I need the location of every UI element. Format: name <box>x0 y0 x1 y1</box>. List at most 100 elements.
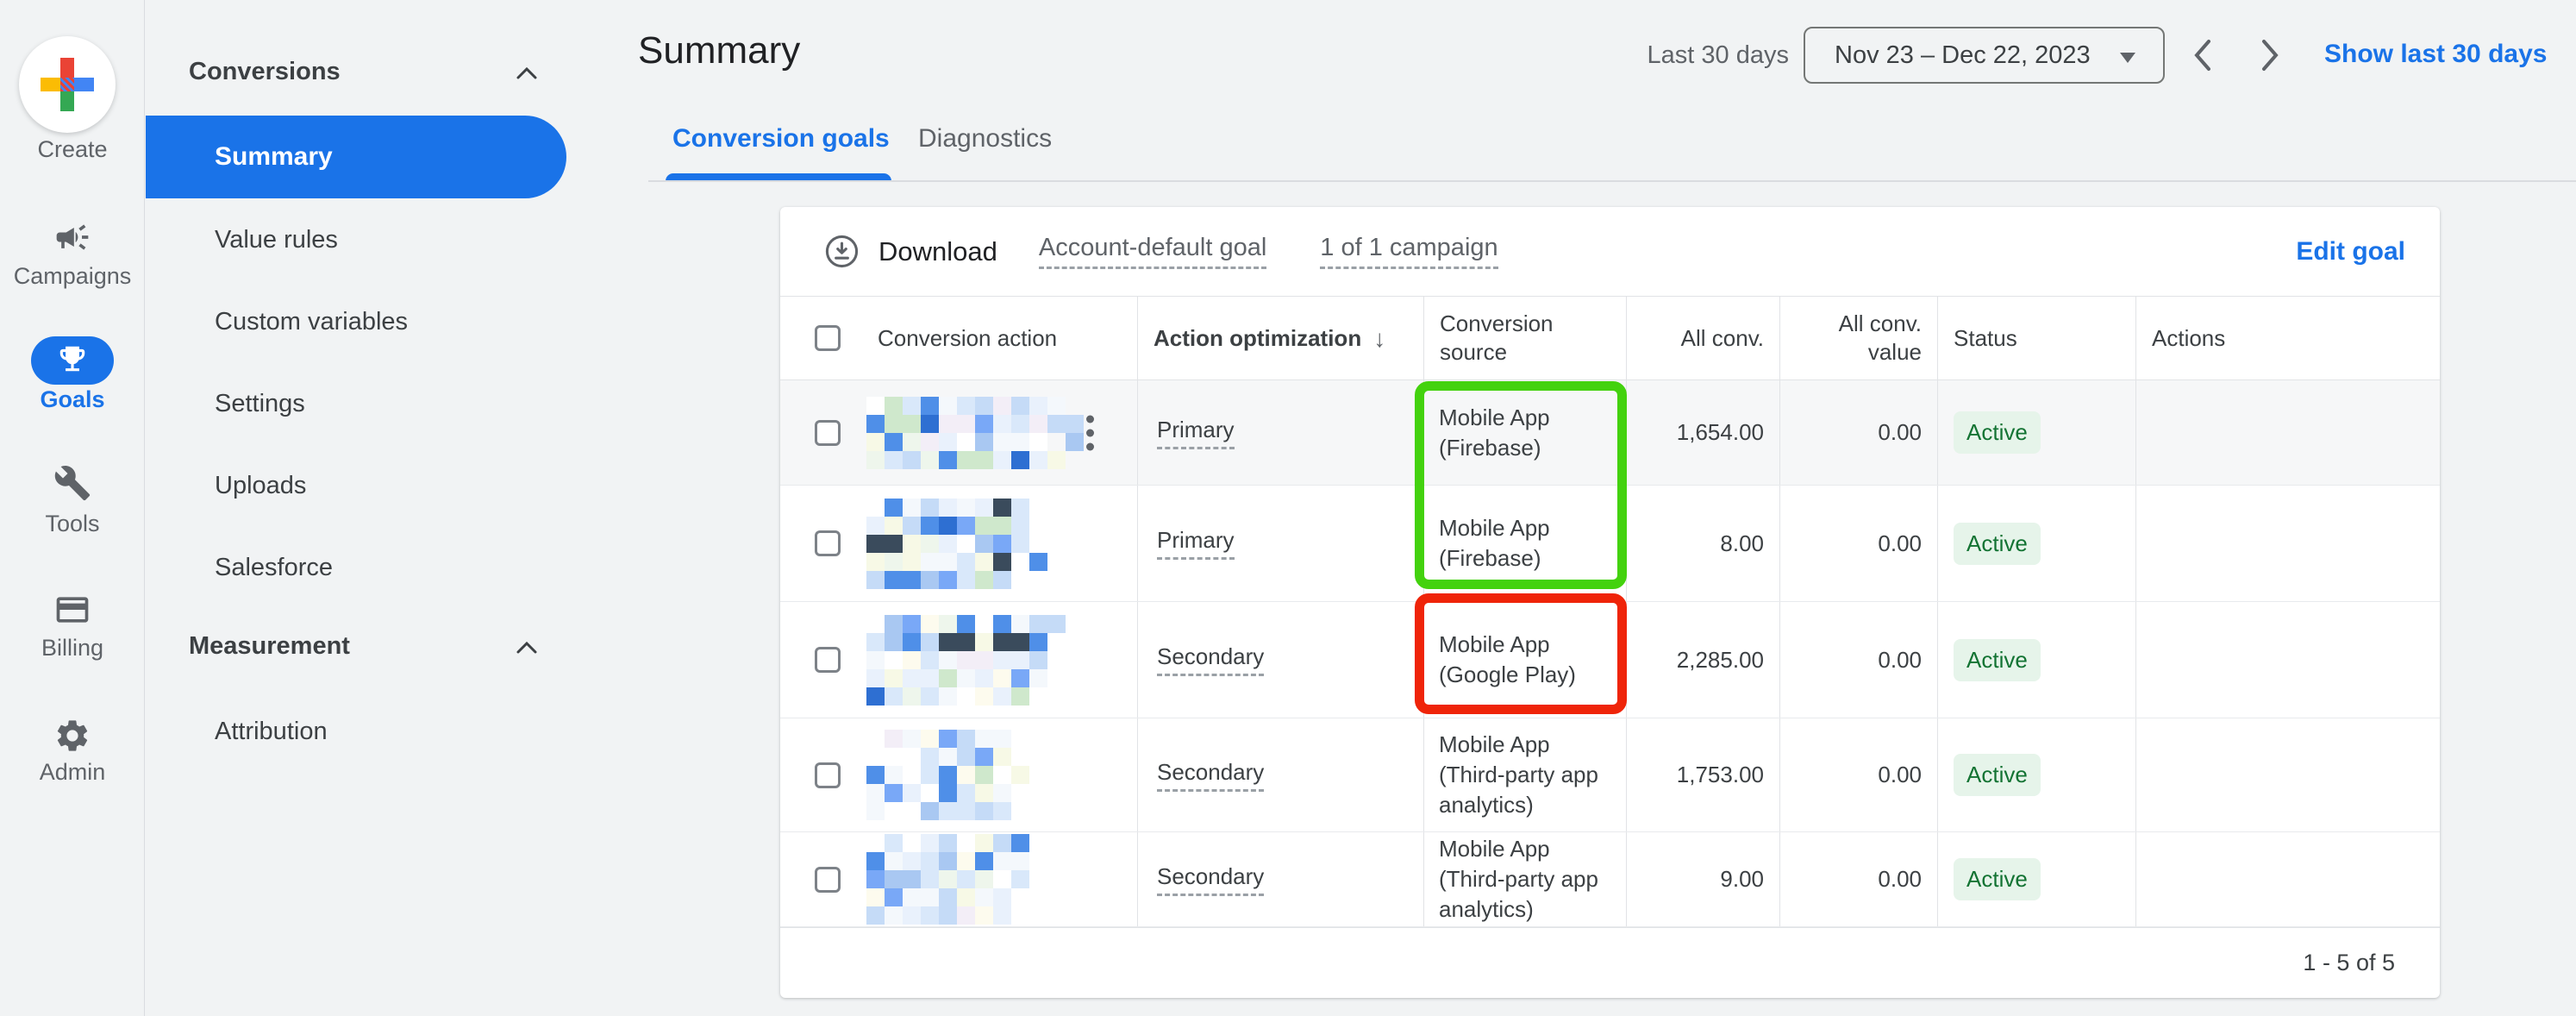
campaign-filter-chip[interactable]: 1 of 1 campaign <box>1320 234 1498 269</box>
all-conv-value-value: 0.00 <box>1878 762 1922 787</box>
status-badge: Active <box>1954 858 2041 900</box>
actions-cell <box>2135 380 2440 485</box>
all-conv-value: 9.00 <box>1720 866 1764 892</box>
chevron-up-icon[interactable] <box>516 640 538 655</box>
redacted-conversion-action <box>866 614 1066 706</box>
actions-cell <box>2135 602 2440 718</box>
conversions-sidebar: Conversions Summary Value rules Custom v… <box>146 0 603 1016</box>
select-all-checkbox[interactable] <box>815 325 841 351</box>
google-ads-app: Create Campaigns Goals Tools Billing Adm… <box>0 0 2576 1016</box>
pagination-label: 1 - 5 of 5 <box>2303 950 2395 975</box>
column-header-conversion-source[interactable]: Conversion source <box>1423 297 1626 379</box>
show-last-30-days-link[interactable]: Show last 30 days <box>2324 40 2547 69</box>
row-menu-kebab-icon[interactable] <box>1086 409 1095 456</box>
status-badge: Active <box>1954 638 2041 681</box>
table-row: Primary Mobile App (Firebase) 1,654.00 0.00… <box>780 380 2440 486</box>
row-checkbox[interactable] <box>815 419 841 446</box>
redacted-conversion-action <box>866 396 1084 469</box>
column-header-conversion-action[interactable]: Conversion action <box>780 297 1137 379</box>
date-preset-label: Last 30 days <box>1647 41 1789 69</box>
caret-down-icon <box>2120 53 2135 63</box>
create-button[interactable] <box>19 36 116 133</box>
sidebar-section-measurement[interactable]: Measurement <box>189 632 350 661</box>
redacted-conversion-action <box>866 498 1047 589</box>
sidebar-item-settings[interactable]: Settings <box>215 386 305 421</box>
row-checkbox[interactable] <box>815 866 841 893</box>
tab-conversion-goals[interactable]: Conversion goals <box>672 124 890 154</box>
next-period-button[interactable] <box>2255 34 2285 76</box>
all-conv-value-value: 0.00 <box>1878 646 1922 673</box>
conversion-source-value: Mobile App (Third-party app analytics) <box>1439 836 1598 922</box>
redacted-conversion-action <box>866 834 1029 925</box>
table-header: Conversion action Action optimization ↓ … <box>780 296 2440 380</box>
table-footer: 1 - 5 of 5 <box>780 927 2440 998</box>
rail-item-billing[interactable]: Billing <box>0 635 145 662</box>
conversion-source-value: Mobile App (Third-party app analytics) <box>1439 731 1598 818</box>
rail-item-tools[interactable]: Tools <box>0 511 145 537</box>
action-optimization-value[interactable]: Primary <box>1157 527 1235 560</box>
sidebar-item-value-rules[interactable]: Value rules <box>215 223 338 257</box>
all-conv-value-value: 0.00 <box>1878 419 1922 445</box>
edit-goal-link[interactable]: Edit goal <box>2296 237 2405 267</box>
page-title: Summary <box>638 29 801 72</box>
date-range-value: Nov 23 – Dec 22, 2023 <box>1835 41 2091 69</box>
sidebar-item-summary[interactable]: Summary <box>146 116 566 198</box>
previous-period-button[interactable] <box>2188 34 2217 76</box>
credit-card-icon[interactable] <box>53 591 91 629</box>
sidebar-item-attribution[interactable]: Attribution <box>215 714 328 749</box>
download-button[interactable]: Download <box>878 236 997 267</box>
download-icon[interactable] <box>824 234 860 269</box>
google-plus-icon <box>41 58 94 111</box>
left-icon-rail: Create Campaigns Goals Tools Billing Adm… <box>0 0 145 1016</box>
all-conv-value-value: 0.00 <box>1878 866 1922 892</box>
tab-diagnostics[interactable]: Diagnostics <box>918 124 1052 154</box>
table-row: Secondary Mobile App (Third-party app ana… <box>780 718 2440 832</box>
goal-filter-chip[interactable]: Account-default goal <box>1038 234 1267 269</box>
all-conv-value: 2,285.00 <box>1676 646 1764 673</box>
row-checkbox[interactable] <box>815 647 841 673</box>
action-optimization-value[interactable]: Secondary <box>1157 759 1265 792</box>
actions-cell <box>2135 486 2440 601</box>
all-conv-value: 1,654.00 <box>1676 419 1764 445</box>
create-label: Create <box>37 136 108 162</box>
sort-descending-icon: ↓ <box>1373 324 1386 352</box>
conversion-goals-card: Download Account-default goal 1 of 1 cam… <box>780 207 2440 998</box>
sidebar-section-conversions[interactable]: Conversions <box>189 58 341 86</box>
column-header-actions[interactable]: Actions <box>2135 297 2440 379</box>
actions-cell <box>2135 832 2440 926</box>
action-optimization-value[interactable]: Primary <box>1157 417 1235 449</box>
sidebar-item-custom-variables[interactable]: Custom variables <box>215 304 408 339</box>
sidebar-item-uploads[interactable]: Uploads <box>215 468 306 503</box>
rail-item-campaigns[interactable]: Campaigns <box>0 263 145 290</box>
tab-divider <box>648 180 2576 182</box>
gear-icon[interactable] <box>53 717 91 755</box>
sidebar-item-salesforce[interactable]: Salesforce <box>215 550 333 585</box>
date-range-picker[interactable]: Nov 23 – Dec 22, 2023 <box>1804 27 2165 84</box>
all-conv-value: 1,753.00 <box>1676 762 1764 787</box>
column-header-status[interactable]: Status <box>1937 297 2135 379</box>
rail-item-admin[interactable]: Admin <box>0 759 145 786</box>
row-checkbox[interactable] <box>815 762 841 788</box>
action-optimization-value[interactable]: Secondary <box>1157 643 1265 676</box>
sidebar-item-summary-label: Summary <box>215 142 333 171</box>
chevron-up-icon[interactable] <box>516 66 538 81</box>
row-checkbox[interactable] <box>815 530 841 556</box>
rail-item-goals-label[interactable]: Goals <box>0 386 145 413</box>
column-header-action-optimization[interactable]: Action optimization ↓ <box>1137 297 1423 379</box>
table-row: Secondary Mobile App (Google Play) 2,285.0… <box>780 602 2440 718</box>
conversion-source-value: Mobile App (Firebase) <box>1439 515 1550 571</box>
rail-item-goals[interactable] <box>31 336 114 385</box>
megaphone-icon[interactable] <box>53 218 91 256</box>
wrench-icon[interactable] <box>53 464 91 502</box>
column-header-all-conv[interactable]: All conv. <box>1626 297 1779 379</box>
table-toolbar: Download Account-default goal 1 of 1 cam… <box>780 207 2440 296</box>
table-row: Secondary Mobile App (Third-party app ana… <box>780 832 2440 927</box>
all-conv-value-value: 0.00 <box>1878 530 1922 556</box>
table-rows: Primary Mobile App (Firebase) 1,654.00 0.00… <box>780 380 2440 927</box>
column-header-all-conv-value[interactable]: All conv. value <box>1779 297 1937 379</box>
redacted-conversion-action <box>866 730 1029 820</box>
conversion-source-value: Mobile App (Firebase) <box>1439 404 1550 461</box>
conversion-source-value: Mobile App (Google Play) <box>1439 631 1576 687</box>
status-badge: Active <box>1954 754 2041 796</box>
action-optimization-value[interactable]: Secondary <box>1157 863 1265 896</box>
